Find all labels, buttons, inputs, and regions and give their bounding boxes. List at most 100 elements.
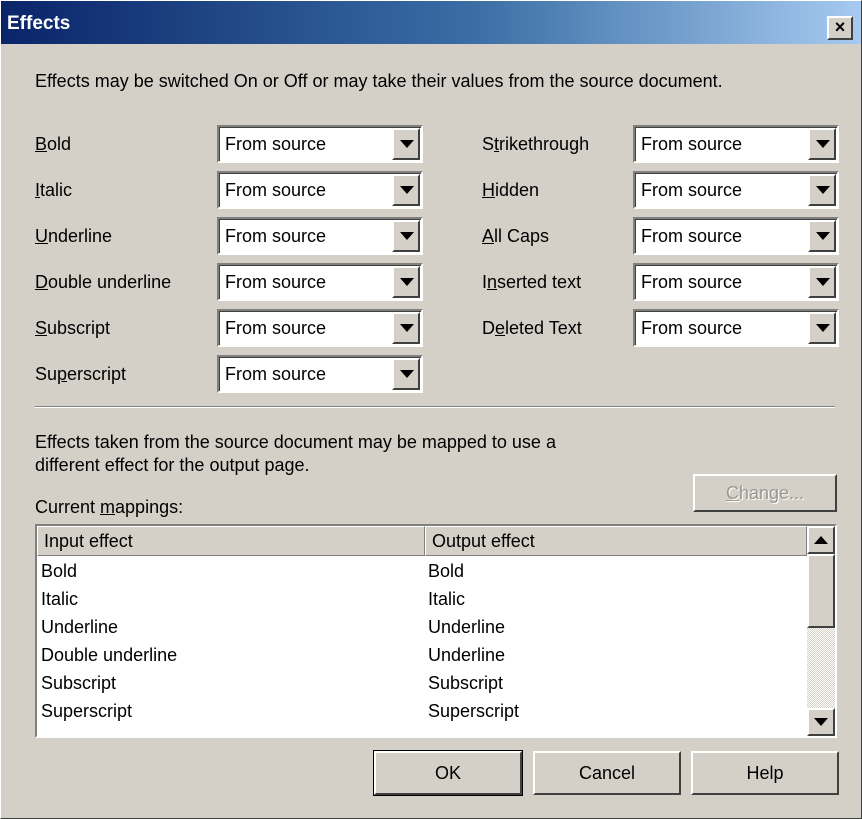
label-underline: Underline <box>35 226 112 247</box>
title-bar: Effects × <box>1 1 861 44</box>
label-inserted-text: Inserted text <box>482 272 581 293</box>
label-deleted-text: Deleted Text <box>482 318 582 339</box>
dropdown-arrow-icon[interactable] <box>808 312 836 344</box>
label-hidden-post: idden <box>495 180 540 200</box>
label-inserted-text-accesskey: n <box>487 272 498 292</box>
current-mappings-label: Current mappings: <box>35 497 183 518</box>
label-bold-post: old <box>47 134 72 154</box>
change-button-post: hange... <box>738 483 805 503</box>
scroll-down-arrow-icon[interactable] <box>807 708 835 736</box>
label-superscript-accesskey: p <box>57 364 68 384</box>
mapping-text-line2: different effect for the output page. <box>35 455 310 475</box>
output-effect-cell: Superscript <box>428 701 520 721</box>
label-all-caps-accesskey: A <box>482 226 495 246</box>
combo-superscript[interactable]: From source <box>217 355 423 393</box>
current-mappings-key: m <box>100 497 116 517</box>
label-strikethrough-post: rikethrough <box>499 134 590 154</box>
effects-dialog: Effects × Effects may be switched On or … <box>0 0 862 819</box>
combo-italic-value: From source <box>225 180 327 200</box>
label-superscript: Superscript <box>35 364 126 385</box>
input-effect-cell: Double underline <box>41 645 178 665</box>
scrollbar-thumb[interactable] <box>807 554 835 628</box>
combo-inserted-text[interactable]: From source <box>633 263 839 301</box>
combo-strikethrough-value: From source <box>641 134 743 154</box>
label-deleted-text-post: leted Text <box>505 318 582 338</box>
input-effect-cell: Bold <box>41 561 78 581</box>
combo-subscript[interactable]: From source <box>217 309 423 347</box>
scroll-up-arrow-icon[interactable] <box>807 526 835 554</box>
ok-button[interactable]: OK <box>373 750 523 796</box>
label-subscript-accesskey: S <box>35 318 48 338</box>
change-button[interactable]: Change... <box>693 474 837 512</box>
combo-underline[interactable]: From source <box>217 217 423 255</box>
current-mappings-post: appings: <box>115 497 184 517</box>
combo-bold-value: From source <box>225 134 327 154</box>
dropdown-arrow-icon[interactable] <box>808 128 836 160</box>
list-item[interactable]: Underline Underline <box>37 614 807 642</box>
combo-deleted-text-value: From source <box>641 318 743 338</box>
label-bold-accesskey: B <box>35 134 48 154</box>
combo-hidden-value: From source <box>641 180 743 200</box>
label-inserted-text-post: serted text <box>497 272 582 292</box>
label-superscript-pre: Su <box>35 364 58 384</box>
combo-double-underline[interactable]: From source <box>217 263 423 301</box>
dropdown-arrow-icon[interactable] <box>808 174 836 206</box>
combo-subscript-value: From source <box>225 318 327 338</box>
combo-all-caps[interactable]: From source <box>633 217 839 255</box>
label-double-underline: Double underline <box>35 272 171 293</box>
input-effect-cell: Superscript <box>41 701 133 721</box>
mapping-text-line1: Effects taken from the source document m… <box>35 432 556 452</box>
combo-underline-value: From source <box>225 226 327 246</box>
vertical-scrollbar[interactable] <box>807 526 835 736</box>
label-hidden-accesskey: H <box>482 180 495 200</box>
list-item[interactable]: Double underline Underline <box>37 642 807 670</box>
help-button[interactable]: Help <box>691 751 839 795</box>
output-effect-cell: Subscript <box>428 673 504 693</box>
combo-inserted-text-value: From source <box>641 272 743 292</box>
mappings-list[interactable]: Input effect Output effect Bold Bold Itali… <box>35 524 837 738</box>
dropdown-arrow-icon[interactable] <box>392 128 420 160</box>
label-all-caps: All Caps <box>482 226 549 247</box>
current-mappings-pre: Current <box>35 497 101 517</box>
combo-bold[interactable]: From source <box>217 125 423 163</box>
label-double-underline-post: ouble underline <box>48 272 172 292</box>
label-hidden: Hidden <box>482 180 539 201</box>
dropdown-arrow-icon[interactable] <box>392 358 420 390</box>
list-item[interactable]: Bold Bold <box>37 558 807 586</box>
list-item[interactable]: Subscript Subscript <box>37 670 807 698</box>
cancel-button[interactable]: Cancel <box>533 751 681 795</box>
label-subscript: Subscript <box>35 318 110 339</box>
column-header-output-effect[interactable]: Output effect <box>425 526 807 556</box>
label-deleted-text-accesskey: e <box>495 318 506 338</box>
dropdown-arrow-icon[interactable] <box>808 220 836 252</box>
dropdown-arrow-icon[interactable] <box>392 220 420 252</box>
label-all-caps-post: ll Caps <box>494 226 550 246</box>
combo-hidden[interactable]: From source <box>633 171 839 209</box>
label-italic: Italic <box>35 180 72 201</box>
combo-italic[interactable]: From source <box>217 171 423 209</box>
input-effect-cell: Italic <box>41 589 79 609</box>
section-divider <box>35 406 835 408</box>
combo-double-underline-value: From source <box>225 272 327 292</box>
label-superscript-post: erscript <box>67 364 127 384</box>
list-item[interactable]: Italic Italic <box>37 586 807 614</box>
label-bold: Bold <box>35 134 71 155</box>
label-subscript-post: ubscript <box>47 318 111 338</box>
dropdown-arrow-icon[interactable] <box>808 266 836 298</box>
list-item[interactable]: Superscript Superscript <box>37 698 807 726</box>
output-effect-cell: Italic <box>428 589 466 609</box>
close-button[interactable]: × <box>827 16 853 40</box>
dropdown-arrow-icon[interactable] <box>392 312 420 344</box>
output-effect-cell: Underline <box>428 617 506 637</box>
dropdown-arrow-icon[interactable] <box>392 266 420 298</box>
label-strikethrough-pre: S <box>482 134 495 154</box>
combo-deleted-text[interactable]: From source <box>633 309 839 347</box>
combo-strikethrough[interactable]: From source <box>633 125 839 163</box>
column-header-input-effect[interactable]: Input effect <box>37 526 425 556</box>
change-button-key: C <box>725 483 739 503</box>
label-italic-post: talic <box>40 180 73 200</box>
label-deleted-text-pre: D <box>482 318 495 338</box>
combo-superscript-value: From source <box>225 364 327 384</box>
label-underline-post: nderline <box>48 226 113 246</box>
dropdown-arrow-icon[interactable] <box>392 174 420 206</box>
